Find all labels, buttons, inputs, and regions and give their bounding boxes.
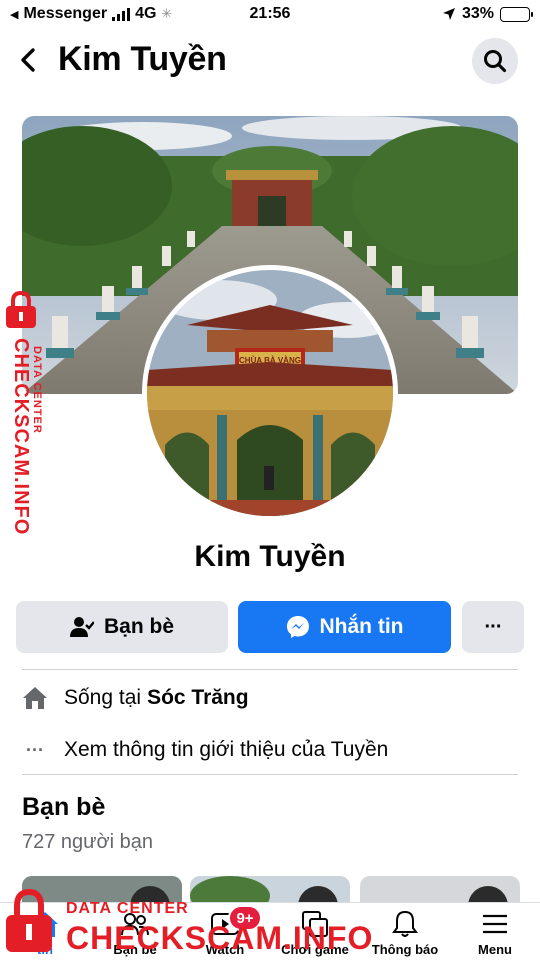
more-options-button[interactable]: ··· — [462, 601, 524, 653]
lock-icon — [6, 290, 36, 328]
friend-check-icon — [69, 617, 94, 637]
messenger-icon — [286, 616, 309, 638]
more-icon: ··· — [484, 615, 503, 638]
chevron-left-icon — [21, 48, 35, 72]
message-button-label: Nhắn tin — [319, 615, 404, 638]
back-button[interactable] — [14, 44, 44, 76]
profile-picture[interactable]: CHÙA BÀ VÀNG — [142, 265, 398, 521]
avatar: CHÙA BÀ VÀNG — [147, 270, 393, 516]
friends-section-title: Bạn bè — [22, 793, 106, 821]
profile-name: Kim Tuyền — [194, 540, 346, 573]
page-title: Kim Tuyền — [58, 40, 227, 78]
profile-header: Kim Tuyền — [0, 30, 540, 92]
lives-in-row: Sống tại Sóc Trăng — [22, 678, 249, 718]
message-button[interactable]: Nhắn tin — [238, 601, 451, 653]
watermark-vertical-sub: DATA CENTER — [31, 346, 43, 434]
menu-icon — [483, 914, 507, 934]
friends-button[interactable]: Bạn bè — [16, 601, 228, 653]
search-button[interactable] — [472, 38, 518, 84]
battery-percent: 33% — [461, 5, 494, 22]
location-arrow-icon — [442, 8, 455, 20]
search-icon — [484, 50, 507, 73]
tab-menu-label: Menu — [478, 942, 512, 957]
lives-in-prefix: Sống tại — [64, 686, 142, 709]
see-about-row[interactable]: ··· Xem thông tin giới thiệu của Tuyền — [22, 730, 388, 770]
ellipsis-icon: ··· — [26, 739, 44, 760]
see-about-label: Xem thông tin giới thiệu của Tuyền — [64, 738, 389, 761]
home-icon — [22, 685, 48, 711]
lives-in-place[interactable]: Sóc Trăng — [147, 686, 249, 710]
watermark-bottom-sub: DATA CENTER — [66, 900, 189, 917]
divider — [22, 669, 518, 670]
tab-menu[interactable]: Menu — [450, 903, 540, 960]
tab-notifications[interactable]: Thông báo — [360, 903, 450, 960]
bell-icon — [392, 910, 418, 937]
battery-icon — [500, 6, 533, 22]
status-bar: ◀ Messenger 4G ✳ 21:56 33% — [0, 0, 540, 30]
divider — [22, 774, 518, 775]
friends-count[interactable]: 727 người bạn — [22, 831, 153, 854]
lock-icon — [6, 888, 52, 952]
watermark-vertical-text: CHECKSCAM.INFO — [10, 338, 32, 536]
watermark-bottom-text: CHECKSCAM.INFO — [66, 920, 374, 956]
friends-button-label: Bạn bè — [103, 615, 174, 638]
tab-notifications-label: Thông báo — [371, 942, 439, 957]
